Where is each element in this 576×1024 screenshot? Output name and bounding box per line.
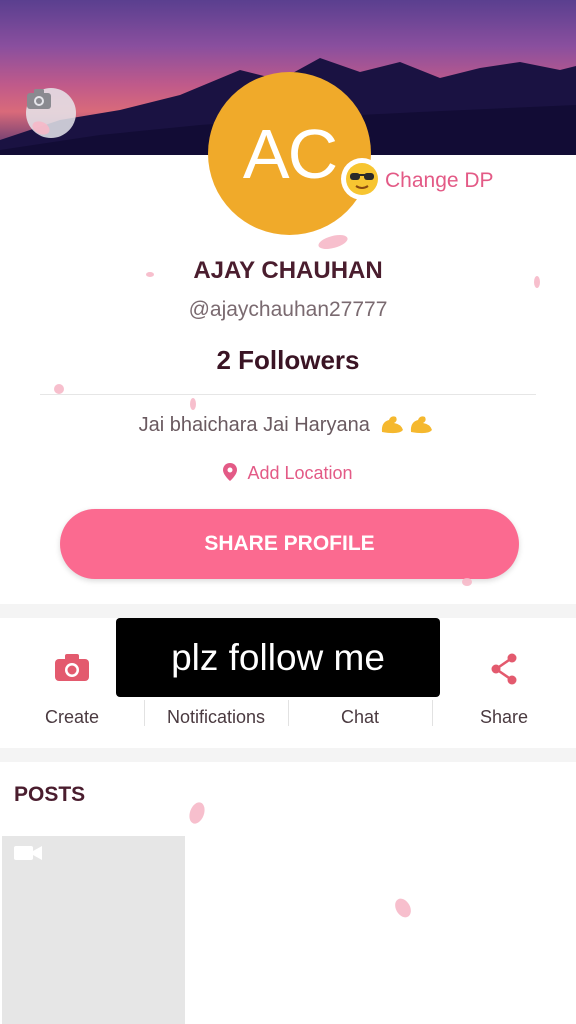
section-divider — [0, 604, 576, 618]
flexed-biceps-icon — [382, 416, 433, 434]
petal-decoration — [54, 384, 64, 394]
divider — [40, 394, 536, 395]
chat-label: Chat — [340, 707, 380, 727]
video-caption: plz follow me — [116, 618, 440, 697]
avatar-initials: AC — [242, 114, 338, 193]
share-button[interactable]: Share — [432, 622, 576, 744]
share-profile-button[interactable]: SHARE PROFILE — [60, 509, 519, 579]
petal-decoration — [391, 895, 415, 921]
profile-bio: Jai bhaichara Jai Haryana — [0, 412, 576, 437]
share-label: Share — [479, 707, 529, 727]
camera-icon — [27, 89, 51, 109]
petal-decoration — [186, 800, 208, 826]
section-divider — [0, 748, 576, 762]
share-icon — [491, 653, 517, 685]
change-dp-link[interactable]: Change DP — [385, 169, 494, 193]
followers-count[interactable]: 2 Followers — [0, 345, 576, 376]
camera-icon — [55, 654, 89, 681]
petal-decoration — [534, 276, 540, 288]
petal-decoration — [316, 232, 350, 252]
add-location-label: Add Location — [247, 463, 353, 483]
profile-name: AJAY CHAUHAN — [193, 257, 383, 284]
create-label: Create — [44, 707, 100, 727]
posts-heading: POSTS — [14, 783, 86, 806]
petal-decoration — [190, 398, 196, 410]
sunglasses-emoji-icon — [341, 158, 383, 200]
profile-handle: @ajaychauhan27777 — [188, 298, 388, 321]
post-thumbnail[interactable] — [2, 836, 185, 1024]
video-camera-icon — [14, 846, 42, 860]
petal-decoration — [462, 578, 472, 586]
avatar[interactable]: AC — [208, 72, 371, 235]
bio-text: Jai bhaichara Jai Haryana — [138, 414, 370, 436]
notifications-label: Notifications — [166, 707, 266, 727]
location-pin-icon — [223, 463, 238, 481]
petal-decoration — [146, 272, 154, 277]
add-location-link[interactable]: Add Location — [0, 463, 576, 484]
